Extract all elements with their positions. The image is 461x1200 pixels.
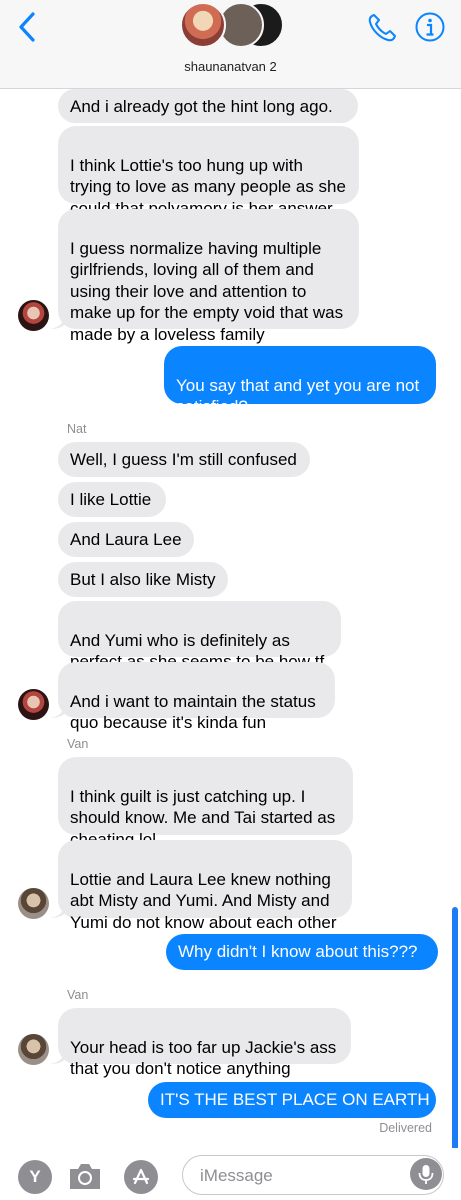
bubble-tail: [50, 904, 64, 918]
app-store-icon[interactable]: [124, 1160, 158, 1194]
message-text: And Laura Lee: [70, 530, 182, 549]
message-text: But I also like Misty: [70, 570, 216, 589]
message-text: And i want to maintain the status quo be…: [70, 691, 316, 733]
message-input-placeholder: iMessage: [200, 1166, 273, 1185]
conversation-header: shaunanatvan 2: [0, 0, 461, 89]
sender-name: Van: [67, 737, 89, 751]
delivery-status: Delivered: [379, 1121, 432, 1135]
avatar[interactable]: [18, 689, 49, 720]
message-text: IT'S THE BEST PLACE ON EARTH: [160, 1090, 430, 1109]
avatar[interactable]: [18, 888, 49, 919]
message-text: And i already got the hint long ago.: [70, 97, 333, 116]
message-text: Your head is too far up Jackie's ass tha…: [70, 1037, 337, 1079]
app-store-glyph-icon: [132, 1168, 150, 1185]
avatar[interactable]: [18, 1034, 49, 1065]
group-name[interactable]: shaunanatvan 2: [0, 59, 461, 74]
message-bubble[interactable]: I think Lottie's too hung up with trying…: [58, 126, 359, 218]
microphone-icon[interactable]: [410, 1158, 442, 1190]
message-bubble[interactable]: Lottie and Laura Lee knew nothing abt Mi…: [58, 840, 352, 932]
message-text: You say that and yet you are not satisfi…: [176, 375, 420, 417]
message-bubble[interactable]: I guess normalize having multiple girlfr…: [58, 209, 359, 344]
message-bubble[interactable]: Why didn't I know about this???: [166, 934, 438, 970]
scrollbar[interactable]: [452, 907, 458, 1150]
message-input[interactable]: iMessage: [182, 1155, 444, 1195]
avatar: [180, 2, 226, 48]
message-bubble[interactable]: But I also like Misty: [58, 562, 228, 597]
message-bubble[interactable]: I think guilt is just catching up. I sho…: [58, 757, 353, 849]
group-avatars[interactable]: [180, 2, 284, 50]
bubble-tail: [50, 315, 64, 329]
message-bubble[interactable]: And Laura Lee: [58, 522, 194, 557]
mic-glyph-icon: [418, 1165, 434, 1184]
message-bubble[interactable]: And Yumi who is definitely as perfect as…: [58, 601, 341, 671]
message-bubble[interactable]: And i want to maintain the status quo be…: [58, 662, 335, 732]
message-text: Why didn't I know about this???: [178, 942, 418, 961]
message-text: Lottie and Laura Lee knew nothing abt Mi…: [70, 869, 337, 932]
message-text: Well, I guess I'm still confused: [70, 450, 297, 469]
message-bubble[interactable]: Your head is too far up Jackie's ass tha…: [58, 1008, 351, 1078]
message-bubble[interactable]: And i already got the hint long ago.: [58, 89, 358, 123]
avatar[interactable]: [18, 300, 49, 331]
message-bubble[interactable]: I like Lottie: [58, 482, 166, 517]
message-bubble[interactable]: Well, I guess I'm still confused: [58, 442, 310, 477]
info-icon[interactable]: [414, 11, 446, 43]
message-bubble[interactable]: You say that and yet you are not satisfi…: [164, 346, 436, 416]
app-drawer-button[interactable]: Y: [18, 1160, 52, 1194]
message-text: I like Lottie: [70, 490, 152, 509]
back-chevron-icon[interactable]: [14, 10, 42, 44]
bubble-tail: [50, 1050, 64, 1064]
message-bubble[interactable]: IT'S THE BEST PLACE ON EARTH: [148, 1082, 436, 1118]
sender-name: Nat: [67, 422, 87, 436]
sender-name: Van: [67, 988, 89, 1002]
bubble-tail: [50, 704, 64, 718]
phone-icon[interactable]: [366, 12, 398, 44]
camera-icon[interactable]: [67, 1160, 103, 1192]
message-text: I guess normalize having multiple girlfr…: [70, 238, 344, 344]
